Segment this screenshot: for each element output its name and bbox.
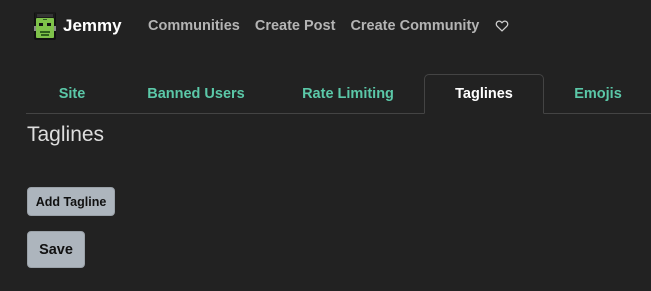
page-title: Taglines [27, 123, 105, 146]
nav-links: Communities Create Post Create Community [148, 16, 509, 36]
tab-banned-users[interactable]: Banned Users [130, 74, 262, 114]
tab-emojis[interactable]: Emojis [556, 74, 640, 114]
tab-taglines[interactable]: Taglines [424, 74, 544, 114]
frankenstein-icon [34, 12, 56, 40]
admin-tabs: Site Banned Users Rate Limiting Taglines… [26, 74, 651, 114]
brand-name: Jemmy [63, 16, 122, 35]
heart-outline-icon[interactable] [495, 19, 509, 33]
nav-link-communities[interactable]: Communities [148, 18, 240, 34]
brand-home-link[interactable]: Jemmy [34, 12, 122, 40]
tab-rate-limiting[interactable]: Rate Limiting [288, 74, 408, 114]
nav-link-create-community[interactable]: Create Community [350, 18, 479, 34]
tab-site[interactable]: Site [26, 74, 118, 114]
navbar: Jemmy Communities Create Post Create Com… [0, 0, 651, 52]
nav-link-create-post[interactable]: Create Post [255, 18, 336, 34]
add-tagline-button[interactable]: Add Tagline [27, 187, 115, 216]
save-button[interactable]: Save [27, 231, 85, 268]
